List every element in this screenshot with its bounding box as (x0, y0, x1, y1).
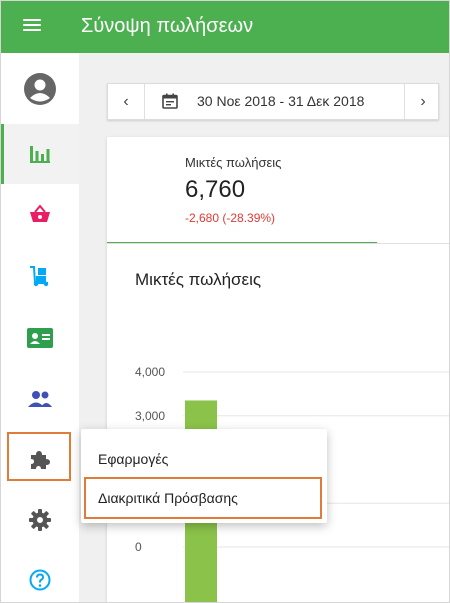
app-window: Σύνοψη πωλήσεων ‹ 30 Νοε 2018 - 31 Δεκ 2… (0, 0, 450, 603)
page-title: Σύνοψη πωλήσεων (81, 15, 254, 37)
y-tick-label: 4,000 (135, 365, 165, 379)
addons-highlight-box (7, 432, 71, 481)
top-bar: Σύνοψη πωλήσεων (1, 1, 449, 53)
addons-popup-menu: Εφαρμογές Διακριτικά Πρόσβασης (81, 429, 327, 523)
sidebar-item-account[interactable] (1, 59, 79, 119)
sidebar-item-products[interactable] (1, 246, 79, 306)
active-indicator (1, 124, 4, 184)
sidebar (1, 53, 80, 602)
sales-card: Μικτές πωλήσεις 6,760 -2,680 (-28.39%) Μ… (107, 137, 449, 602)
sidebar-item-help[interactable] (1, 550, 79, 602)
gear-icon (29, 509, 51, 531)
contact-card-icon (27, 328, 53, 348)
sidebar-item-employees[interactable] (1, 369, 79, 429)
sidebar-item-settings[interactable] (1, 490, 79, 550)
chart-title: Μικτές πωλήσεις (135, 270, 262, 289)
account-circle-icon (24, 73, 56, 105)
sidebar-item-customers[interactable] (1, 308, 79, 368)
date-range-picker: ‹ 30 Νοε 2018 - 31 Δεκ 2018 › (107, 83, 439, 120)
y-tick-label: 0 (135, 540, 142, 554)
bar-chart-icon (30, 146, 50, 163)
sidebar-item-analytics[interactable] (1, 124, 79, 184)
menu-item-apps[interactable]: Εφαρμογές (81, 439, 327, 479)
sidebar-item-orders[interactable] (1, 184, 79, 244)
calendar-icon[interactable] (162, 93, 178, 109)
stat-label: Μικτές πωλήσεις (185, 155, 282, 170)
shopping-basket-icon (30, 204, 50, 222)
date-prev-button[interactable]: ‹ (108, 84, 145, 119)
date-next-button[interactable]: › (404, 84, 441, 119)
divider (107, 243, 449, 244)
people-icon (28, 391, 52, 407)
stat-change: -2,680 (-28.39%) (185, 211, 276, 225)
stat-tab-gross-sales[interactable]: Μικτές πωλήσεις 6,760 -2,680 (-28.39%) (107, 137, 377, 244)
menu-item-access-tokens[interactable]: Διακριτικά Πρόσβασης (81, 478, 327, 518)
hand-truck-icon (30, 266, 49, 287)
help-circle-icon (29, 569, 51, 591)
date-range-label[interactable]: 30 Νοε 2018 - 31 Δεκ 2018 (197, 93, 364, 109)
y-tick-label: 3,000 (135, 409, 165, 423)
stat-value: 6,760 (185, 176, 246, 203)
hamburger-menu-icon[interactable] (23, 16, 45, 38)
